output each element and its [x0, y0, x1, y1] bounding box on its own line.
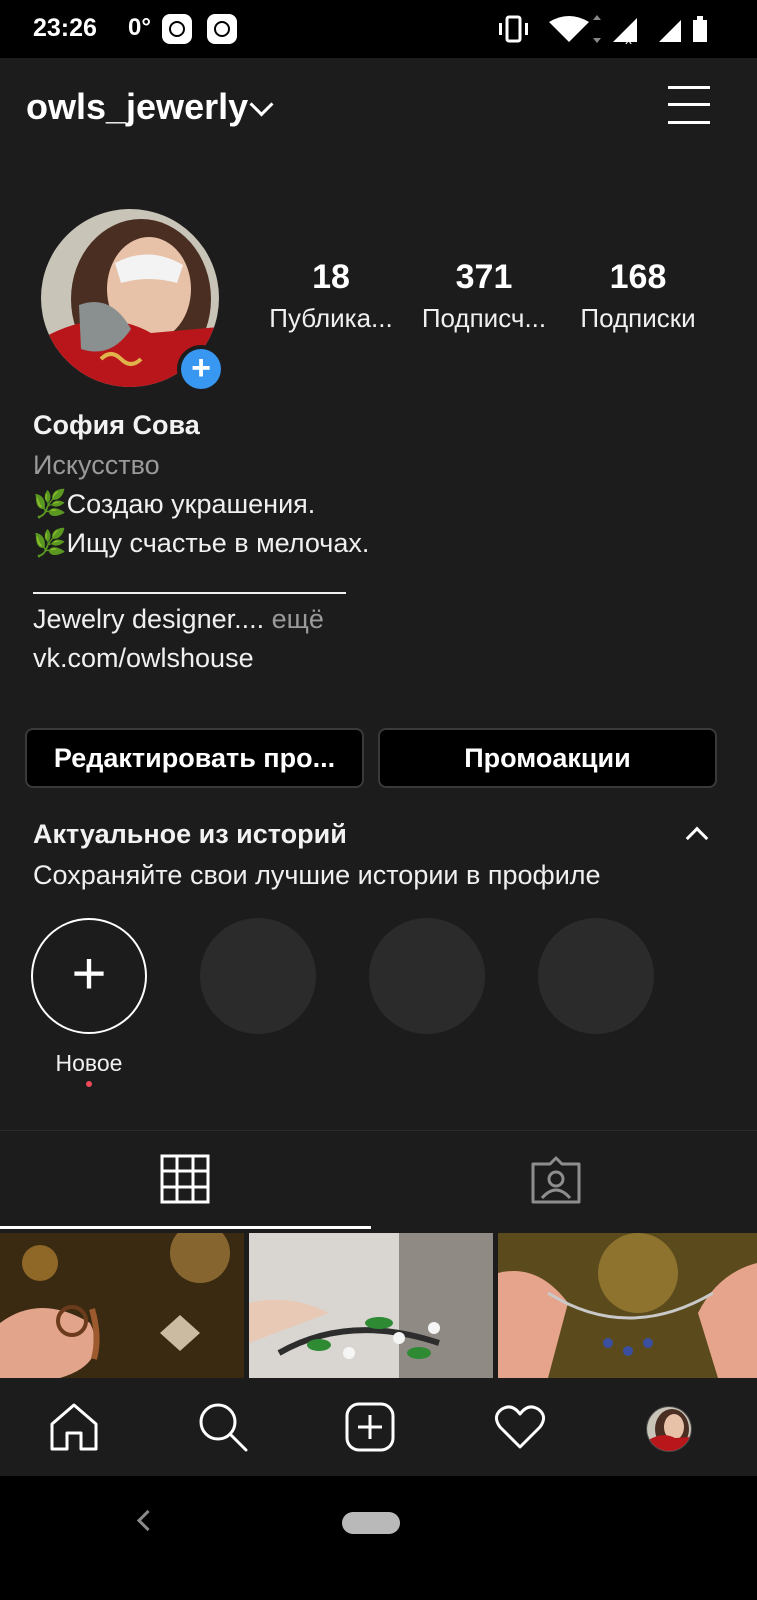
bio-text-content: Jewelry designer.... — [33, 604, 265, 634]
home-icon[interactable] — [48, 1402, 100, 1452]
highlights-title: Актуальное из историй — [33, 819, 347, 849]
status-time: 23:26 — [33, 14, 97, 42]
svg-text:x: x — [625, 33, 632, 44]
active-tab-indicator — [0, 1226, 371, 1229]
bio-divider — [33, 592, 346, 594]
post-thumbnail[interactable] — [0, 1233, 244, 1378]
highlights-subtitle: Сохраняйте свои лучшие истории в профиле — [33, 860, 601, 890]
bio-line: 🌿Ищу счастье в мелочах. — [33, 528, 370, 558]
category-label: Искусство — [33, 450, 160, 480]
promotions-button[interactable]: Промоакции — [378, 728, 717, 788]
heart-icon[interactable] — [494, 1404, 546, 1450]
highlight-placeholder — [369, 918, 485, 1034]
username-dropdown[interactable]: owls_jewerly — [26, 86, 248, 128]
menu-icon[interactable] — [668, 86, 710, 124]
highlight-placeholder — [200, 918, 316, 1034]
new-highlight-button[interactable]: + — [31, 918, 147, 1034]
stat-value: 18 — [312, 258, 350, 296]
tagged-icon[interactable] — [530, 1156, 582, 1204]
plus-icon: + — [181, 349, 221, 389]
edit-profile-button[interactable]: Редактировать про... — [25, 728, 364, 788]
new-post-icon[interactable] — [345, 1402, 395, 1452]
post-thumbnail[interactable] — [498, 1233, 757, 1378]
new-indicator-dot — [86, 1081, 92, 1087]
mi-notification-icon — [162, 14, 192, 44]
vibrate-icon — [499, 15, 528, 43]
profile-link[interactable]: vk.com/owlshouse — [33, 643, 254, 674]
stat-value: 168 — [609, 258, 667, 296]
highlight-placeholder — [538, 918, 654, 1034]
full-name: София Сова — [33, 410, 200, 440]
search-icon[interactable] — [197, 1401, 249, 1453]
bio-more-link[interactable]: ещё — [264, 604, 324, 634]
add-story-button[interactable]: + — [177, 345, 225, 393]
signal-icon: x — [613, 18, 637, 44]
system-navigation-bar — [0, 1476, 757, 1600]
bio-line: 🌿Создаю украшения. — [33, 489, 316, 519]
post-thumbnail[interactable] — [249, 1233, 493, 1378]
stat-label: Подписки — [580, 303, 696, 333]
status-temperature: 0° — [128, 14, 151, 41]
home-pill[interactable] — [342, 1512, 400, 1534]
stat-following[interactable]: 168 Подписки — [563, 258, 713, 334]
wifi-icon — [549, 15, 601, 43]
tabs-divider — [0, 1130, 757, 1131]
new-highlight-label: Новое — [55, 1050, 123, 1076]
mi-notification-icon — [207, 14, 237, 44]
stat-posts[interactable]: 18 Публика... — [256, 258, 406, 334]
stat-label: Подписч... — [421, 303, 547, 333]
stat-value: 371 — [455, 258, 513, 296]
stat-label: Публика... — [269, 303, 393, 333]
stat-followers[interactable]: 371 Подписч... — [409, 258, 559, 334]
status-icons: x — [499, 15, 707, 44]
battery-icon — [693, 16, 707, 42]
chevron-up-icon[interactable] — [685, 826, 709, 850]
signal-icon-2 — [659, 20, 681, 42]
plus-icon: + — [71, 940, 107, 1007]
chevron-down-icon[interactable] — [249, 92, 274, 117]
bio-text: Jewelry designer.... ещё — [33, 604, 324, 635]
profile-tab-avatar[interactable] — [646, 1406, 692, 1452]
grid-icon[interactable] — [160, 1154, 210, 1204]
